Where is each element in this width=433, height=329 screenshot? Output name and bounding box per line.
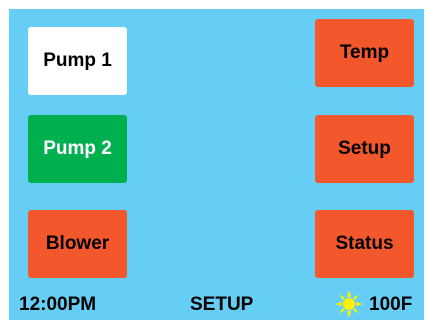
pump-1-label: Pump 1	[43, 50, 112, 71]
blower-label: Blower	[45, 233, 110, 254]
status-button[interactable]: Status	[315, 210, 414, 278]
mode-label: SETUP	[190, 294, 254, 315]
setup-button[interactable]: Setup	[315, 115, 414, 183]
blower-button[interactable]: Blower	[28, 210, 127, 278]
setup-label: Setup	[338, 138, 391, 159]
pump-2-button[interactable]: Pump 2	[28, 115, 127, 183]
pump-1-button[interactable]: Pump 1	[28, 27, 127, 95]
clock-time: 12:00PM	[19, 294, 97, 315]
temperature-readout: 100F	[369, 294, 413, 315]
temp-button[interactable]: Temp	[315, 19, 414, 87]
sun-icon	[335, 290, 363, 318]
control-panel-screen: Pump 1 Pump 2 Blower Temp Setup Status 1…	[9, 9, 424, 320]
status-bar: 12:00PM SETUP 100F	[9, 290, 424, 320]
temp-label: Temp	[339, 42, 390, 63]
status-label: Status	[335, 233, 394, 254]
pump-2-label: Pump 2	[43, 138, 112, 159]
